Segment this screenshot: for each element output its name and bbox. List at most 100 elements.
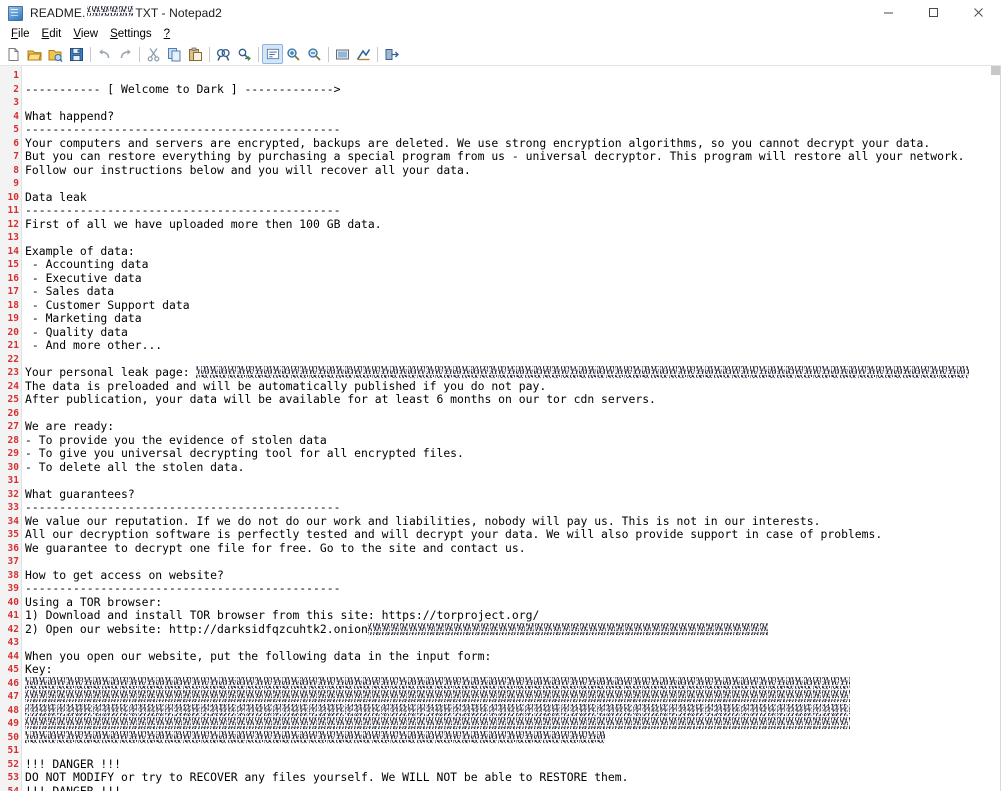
paste-icon[interactable] (185, 44, 206, 64)
text-line[interactable]: Data leak (25, 190, 1000, 205)
text-line[interactable]: - Quality data (25, 325, 1000, 340)
word-wrap-icon[interactable] (262, 44, 283, 64)
zoom-in-icon[interactable] (283, 44, 304, 64)
text-line[interactable]: 1) Download and install TOR browser from… (25, 608, 1000, 623)
text-content[interactable]: ----------- [ Welcome to Dark ] --------… (22, 66, 1000, 791)
text-line[interactable] (25, 703, 1000, 718)
text-line[interactable]: When you open our website, put the follo… (25, 648, 1000, 664)
text-line[interactable]: ----------- [ Welcome to Dark ] --------… (25, 82, 1000, 97)
undo-icon[interactable] (94, 44, 115, 64)
text-line[interactable]: What guarantees? (25, 487, 1000, 502)
text-line[interactable]: Your personal leak page: (25, 365, 1000, 380)
line-number: 13 (7, 232, 19, 243)
title-bar[interactable]: README. TXT - Notepad2 (0, 0, 1001, 26)
redo-icon[interactable] (115, 44, 136, 64)
line-text: - Customer Support data (25, 297, 190, 312)
text-line[interactable] (25, 676, 1000, 691)
find-icon[interactable] (213, 44, 234, 64)
text-line[interactable]: ----------------------------------------… (25, 122, 1000, 137)
text-line[interactable]: But you can restore everything by purcha… (25, 149, 1000, 164)
editor-area[interactable]: 1 2 3 4 5 6 7 8 9 10 11 12 13 14 15 16 17 18 19 20 21 22 23 24 2… (0, 66, 1001, 791)
zoom-out-icon[interactable] (304, 44, 325, 64)
text-line[interactable]: - To provide you the evidence of stolen … (25, 433, 1000, 448)
text-line[interactable]: After publication, your data will be ava… (25, 392, 1000, 407)
text-line[interactable]: - And more other... (25, 338, 1000, 353)
menu-edit[interactable]: Edit (36, 26, 68, 43)
browse-file-icon[interactable] (45, 44, 66, 64)
text-line[interactable] (25, 730, 1000, 745)
text-line[interactable]: - Accounting data (25, 257, 1000, 272)
menu-view[interactable]: View (67, 26, 104, 43)
redacted-text (196, 366, 970, 379)
text-line[interactable]: - To give you universal decrypting tool … (25, 446, 1000, 461)
text-line[interactable]: - Customer Support data (25, 297, 1000, 313)
text-line[interactable]: ----------------------------------------… (25, 203, 1000, 218)
line-number: 11 (7, 205, 19, 216)
text-line[interactable] (25, 407, 1000, 421)
text-line[interactable]: ----------------------------------------… (25, 581, 1000, 596)
text-line[interactable]: !!! DANGER !!! (25, 756, 1000, 772)
text-line[interactable]: The data is preloaded and will be automa… (25, 379, 1000, 394)
line-number: 41 (7, 610, 19, 621)
redacted-text (367, 622, 768, 636)
text-line[interactable]: DO NOT MODIFY or try to RECOVER any file… (25, 770, 1000, 785)
text-line[interactable]: All our decryption software is perfectly… (25, 527, 1000, 542)
menu-file[interactable]: File (5, 26, 36, 43)
text-line[interactable]: - Marketing data (25, 311, 1000, 326)
text-line[interactable] (25, 231, 1000, 245)
line-text: How to get access on website? (25, 567, 224, 582)
text-line[interactable]: - To delete all the stolen data. (25, 460, 1000, 475)
text-line[interactable]: 2) Open our website: http://darksidfqzcu… (25, 622, 1000, 637)
text-line[interactable] (25, 744, 1000, 758)
text-line[interactable]: What happend? (25, 109, 1000, 124)
new-file-icon[interactable] (3, 44, 24, 64)
replace-icon[interactable] (234, 44, 255, 64)
cut-icon[interactable] (143, 44, 164, 64)
text-line[interactable]: Your computers and servers are encrypted… (25, 135, 1000, 151)
line-number: 52 (7, 758, 19, 770)
line-number: 24 (7, 380, 19, 392)
scheme-icon[interactable] (332, 44, 353, 64)
toolbar-separator (258, 46, 259, 62)
text-line[interactable] (25, 636, 1000, 650)
line-text: Your computers and servers are encrypted… (25, 135, 931, 150)
minimize-button[interactable] (866, 0, 911, 25)
close-button[interactable] (956, 0, 1001, 25)
maximize-button[interactable] (911, 0, 956, 25)
toolbar-separator (377, 46, 378, 62)
text-line[interactable]: Key: (25, 662, 1000, 677)
line-text: ----------------------------------------… (25, 122, 341, 136)
text-line[interactable] (25, 177, 1000, 191)
open-file-icon[interactable] (24, 44, 45, 64)
line-text: When you open our website, put the follo… (25, 648, 492, 663)
text-line[interactable]: - Sales data (25, 284, 1000, 299)
favorites-icon[interactable] (353, 44, 374, 64)
text-line[interactable]: ----------------------------------------… (25, 500, 1000, 515)
line-text: !!! DANGER !!! (25, 756, 122, 771)
text-line[interactable]: - Executive data (25, 271, 1000, 286)
line-number: 36 (7, 542, 19, 554)
line-text: Key: (25, 662, 53, 676)
text-line[interactable] (25, 96, 1000, 110)
text-line[interactable]: !!! DANGER !!! (25, 784, 1000, 791)
text-line[interactable] (25, 717, 1000, 731)
line-number: 51 (7, 745, 19, 756)
text-line[interactable] (25, 690, 1000, 704)
text-line[interactable]: We are ready: (25, 419, 1000, 434)
menu-settings[interactable]: Settings (104, 26, 158, 43)
save-icon[interactable] (66, 44, 87, 64)
text-line[interactable]: Using a TOR browser: (25, 595, 1000, 610)
text-line[interactable]: We value our reputation. If we do not do… (25, 514, 1000, 529)
text-line[interactable] (25, 69, 1000, 83)
exit-icon[interactable] (381, 44, 402, 64)
text-line[interactable]: Example of data: (25, 244, 1000, 259)
text-line[interactable] (25, 353, 1000, 367)
text-line[interactable]: Follow our instructions below and you wi… (25, 163, 1000, 178)
text-line[interactable] (25, 555, 1000, 569)
text-line[interactable]: How to get access on website? (25, 567, 1000, 583)
text-line[interactable] (25, 474, 1000, 488)
text-line[interactable]: We guarantee to decrypt one file for fre… (25, 541, 1000, 556)
menu-help[interactable]: ? (158, 26, 176, 43)
text-line[interactable]: First of all we have uploaded more then … (25, 217, 1000, 232)
copy-icon[interactable] (164, 44, 185, 64)
